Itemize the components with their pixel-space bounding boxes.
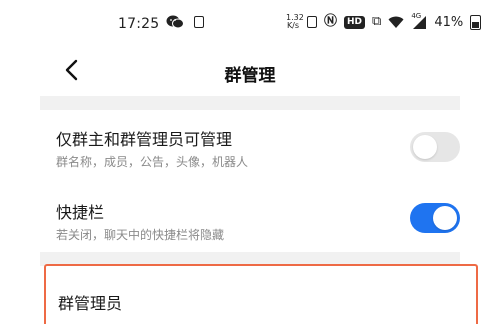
sim-card-icon [307, 16, 317, 28]
page-title: 群管理 [224, 66, 276, 86]
wechat-icon [166, 15, 184, 29]
admin-only-title: 仅群主和群管理员可管理 [56, 130, 233, 149]
admin-only-setting-row: 仅群主和群管理员可管理 群名称，成员，公告，头像，机器人 [40, 110, 460, 182]
network-speed: 1.32 K/s [286, 13, 304, 30]
vibrate-icon: ⧉ [372, 14, 382, 29]
status-time: 17:25 [118, 16, 160, 32]
battery-icon [470, 14, 482, 30]
battery-percent: 41% [434, 14, 464, 30]
nfc-icon: Ⓝ [324, 14, 338, 29]
notification-box-icon [194, 16, 204, 28]
hd-badge: HD [344, 15, 366, 29]
admin-only-subtitle: 群名称，成员，公告，头像，机器人 [56, 155, 249, 169]
status-bar: 17:25 1.32 K/s Ⓝ HD ⧉ 4G 41% [0, 0, 500, 42]
signal-icon: 4G [411, 12, 427, 29]
shortcut-bar-setting-row: 快捷栏 若关闭，聊天中的快捷栏将隐藏 [40, 182, 460, 252]
group-admins-row[interactable]: 群管理员 [44, 264, 478, 324]
wifi-icon [388, 16, 404, 28]
shortcut-bar-subtitle: 若关闭，聊天中的快捷栏将隐藏 [56, 228, 225, 242]
status-right-icons: 1.32 K/s Ⓝ HD ⧉ 4G 41% [286, 12, 482, 30]
shortcut-bar-toggle[interactable] [410, 203, 460, 233]
admin-only-toggle[interactable] [410, 132, 460, 162]
section-gap [40, 96, 460, 110]
toggle-knob [413, 135, 437, 159]
nav-bar: 群管理 [0, 48, 500, 94]
shortcut-bar-title: 快捷栏 [56, 203, 105, 222]
toggle-knob [433, 206, 457, 230]
status-left-icons [166, 15, 204, 29]
group-admins-label: 群管理员 [58, 294, 123, 313]
